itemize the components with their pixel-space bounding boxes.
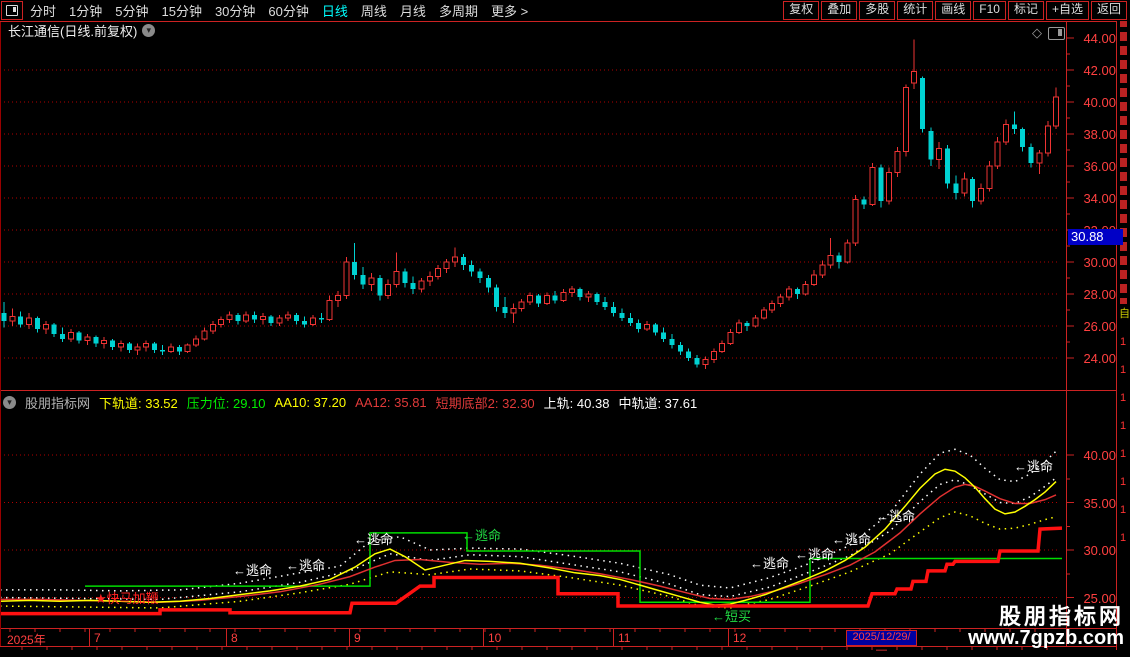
f10-button[interactable]: F10 (973, 1, 1006, 20)
trading-app-window: { "toolbar": { "menu": [ {"label":"分时","… (0, 0, 1130, 656)
split-window-icon[interactable] (1048, 26, 1065, 40)
window-layout-icon[interactable] (1, 1, 23, 20)
watermark-url: www.7gpzb.com (968, 627, 1124, 649)
draw-line-button[interactable]: 画线 (935, 1, 972, 20)
diamond-icon[interactable]: ◇ (1032, 25, 1042, 41)
price-label: 24.00 (1083, 351, 1116, 366)
menu-timesharing[interactable]: 分时 (30, 1, 56, 20)
month-label: 11 (618, 631, 631, 645)
signal-escape-label: ←逃命 (832, 532, 872, 547)
frame-lines (0, 0, 1130, 650)
year-label: 2025年 (7, 633, 46, 647)
collapse-chevron-icon[interactable]: ▾ (142, 24, 156, 37)
indicator-field: AA12: 35.81 (355, 394, 427, 410)
indicator-price-label: 30.00 (1083, 543, 1116, 558)
indicator-line-aa10 (0, 468, 1057, 606)
menu-5min[interactable]: 5分钟 (115, 1, 148, 20)
indicator-line-short_bottom (0, 526, 1063, 616)
price-label: 34.00 (1083, 191, 1116, 206)
indicator-price-label: 40.00 (1083, 448, 1116, 463)
toolbar-buttons: 复权 叠加 多股 统计 画线 F10 标记 +自选 返回 (783, 1, 1127, 20)
signal-escape-label: ←逃命 (795, 547, 835, 562)
indicator-price-label: 35.00 (1083, 495, 1116, 511)
indicator-field: AA10: 37.20 (274, 394, 347, 410)
chart-canvas[interactable] (0, 0, 1130, 650)
back-button[interactable]: 返回 (1090, 1, 1127, 20)
overlay-button[interactable]: 叠加 (821, 1, 858, 20)
month-label: 9 (354, 631, 361, 645)
indicator-field: 短期底部2: 32.30 (435, 395, 535, 411)
menu-multi-period[interactable]: 多周期 (439, 1, 478, 20)
add-watchlist-button[interactable]: +自选 (1045, 1, 1089, 20)
top-toolbar: 分时 1分钟 5分钟 15分钟 30分钟 60分钟 日线 周线 月线 多周期 更多 > 复权 叠加 多股… (0, 0, 1130, 21)
stock-title: 长江通信(日线.前复权) (8, 24, 138, 39)
price-marker-badge: 30.88 (1068, 228, 1123, 245)
menu-weekly[interactable]: 周线 (361, 1, 387, 20)
mark-button[interactable]: 标记 (1007, 1, 1044, 20)
indicator-line-pressure (85, 532, 1062, 603)
pane-corner-icons: ◇ (1032, 25, 1065, 41)
signal-escape-label: ←逃命 (1014, 459, 1054, 474)
menu-monthly[interactable]: 月线 (400, 1, 426, 20)
price-label: 26.00 (1083, 319, 1116, 334)
period-menu: 分时 1分钟 5分钟 15分钟 30分钟 60分钟 日线 周线 月线 多周期 更多 > (30, 0, 528, 21)
price-label: 36.00 (1083, 159, 1116, 174)
price-label: 44.00 (1083, 31, 1116, 46)
month-label: 10 (488, 631, 502, 645)
signal-escape-label: ←逃命 (462, 528, 502, 543)
title-bar: 长江通信(日线.前复权) ▾ (8, 23, 156, 39)
signal-escape-label: ←逃命 (750, 556, 790, 571)
watermark-site-name: 股朋指标网 (998, 603, 1124, 629)
indicator-line-middle_band (0, 477, 1057, 601)
price-label: 38.00 (1083, 127, 1116, 142)
menu-more[interactable]: 更多 > (491, 1, 528, 20)
right-sidebar-strip[interactable]: 自 1 1 1 1 1 1 1 1 (1117, 0, 1130, 650)
watermark: 股朋指标网 www.7gpzb.com (968, 605, 1124, 649)
signal-escape-label: ←逃命 (354, 532, 394, 547)
indicator-header: ▾ 股朋指标网 下轨道: 33.52 压力位: 29.10 AA10: 37.20 A… (3, 394, 698, 411)
price-label: 28.00 (1083, 287, 1116, 302)
month-label: 7 (94, 631, 101, 645)
restore-rights-button[interactable]: 复权 (783, 1, 820, 20)
statistics-button[interactable]: 统计 (897, 1, 934, 20)
menu-1min[interactable]: 1分钟 (69, 1, 102, 20)
signal-escape-label: ←逃命 (286, 558, 326, 573)
multi-stock-button[interactable]: 多股 (859, 1, 896, 20)
month-label: 12 (733, 631, 747, 645)
price-label: 30.00 (1083, 255, 1116, 270)
signal-star-label: ★快马加鞭 (95, 591, 159, 606)
signal-escape-label: ←逃命 (233, 563, 273, 578)
indicator-lines-layer[interactable] (0, 448, 1063, 616)
indicator-name: 股朋指标网 (25, 395, 91, 411)
menu-60min[interactable]: 60分钟 (268, 1, 308, 20)
current-date-box: 2025/12/29/— (846, 630, 917, 656)
indicator-field: 下轨道: 33.52 (99, 395, 178, 411)
price-label: 42.00 (1083, 63, 1116, 78)
signal-buy-label: ←短买 (712, 609, 752, 624)
sidebar-ones-column: 1 1 1 1 1 1 1 1 (1120, 336, 1127, 544)
indicator-collapse-icon[interactable]: ▾ (3, 395, 16, 409)
sidebar-char: 自 (1119, 308, 1130, 320)
clipped-sidebar-text (1120, 4, 1127, 304)
signal-escape-label: ←逃命 (876, 509, 916, 524)
month-label: 8 (231, 631, 238, 645)
menu-daily[interactable]: 日线 (322, 1, 348, 20)
menu-30min[interactable]: 30分钟 (215, 1, 255, 20)
candlestick-layer[interactable] (1, 39, 1060, 370)
indicator-field: 上轨: 40.38 (543, 395, 610, 411)
indicator-field: 压力位: 29.10 (186, 395, 266, 411)
indicator-field: 中轨道: 37.61 (618, 395, 698, 411)
price-label: 40.00 (1083, 95, 1116, 110)
menu-15min[interactable]: 15分钟 (161, 1, 201, 20)
